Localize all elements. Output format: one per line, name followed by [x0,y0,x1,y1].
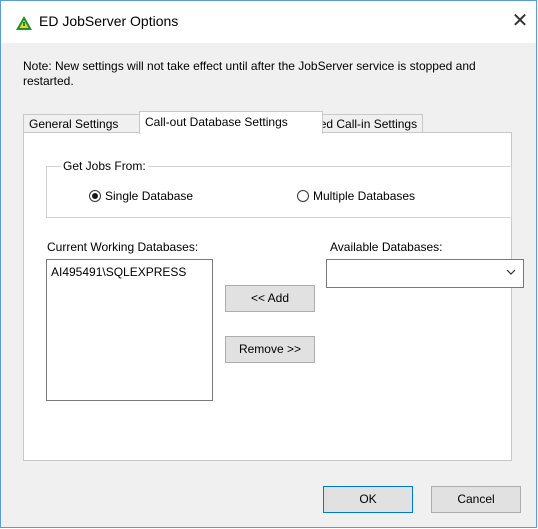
get-jobs-label: Get Jobs From: [61,159,148,173]
window-title: ED JobServer Options [39,13,179,29]
app-icon [16,16,32,30]
single-database-label: Single Database [105,189,194,203]
current-databases-label: Current Working Databases: [47,240,199,254]
multiple-databases-label: Multiple Databases [313,189,416,203]
remove-button[interactable]: Remove >> [225,336,315,363]
close-icon[interactable]: ✕ [508,9,532,33]
title-bar[interactable]: ED JobServer Options ✕ [1,1,536,43]
multiple-databases-radio[interactable]: Multiple Databases [297,189,415,203]
available-databases-label: Available Databases: [330,240,443,254]
dialog-window: ED JobServer Options ✕ Note: New setting… [0,0,537,528]
cancel-button[interactable]: Cancel [431,486,521,513]
radio-unchecked-icon [297,190,309,202]
add-button[interactable]: << Add [225,285,315,312]
chevron-down-icon[interactable] [505,266,517,278]
single-database-radio[interactable]: Single Database [89,189,193,203]
restart-note: Note: New settings will not take effect … [23,59,476,88]
ok-button[interactable]: OK [323,486,413,513]
tab-general-settings[interactable]: General Settings [23,114,140,133]
tab-call-out-database-settings[interactable]: Call-out Database Settings [139,111,323,134]
list-item[interactable]: AI495491\SQLEXPRESS [51,265,186,279]
available-databases-combo[interactable] [326,259,524,288]
radio-checked-icon [89,190,101,202]
current-databases-list[interactable]: AI495491\SQLEXPRESS [46,259,213,401]
